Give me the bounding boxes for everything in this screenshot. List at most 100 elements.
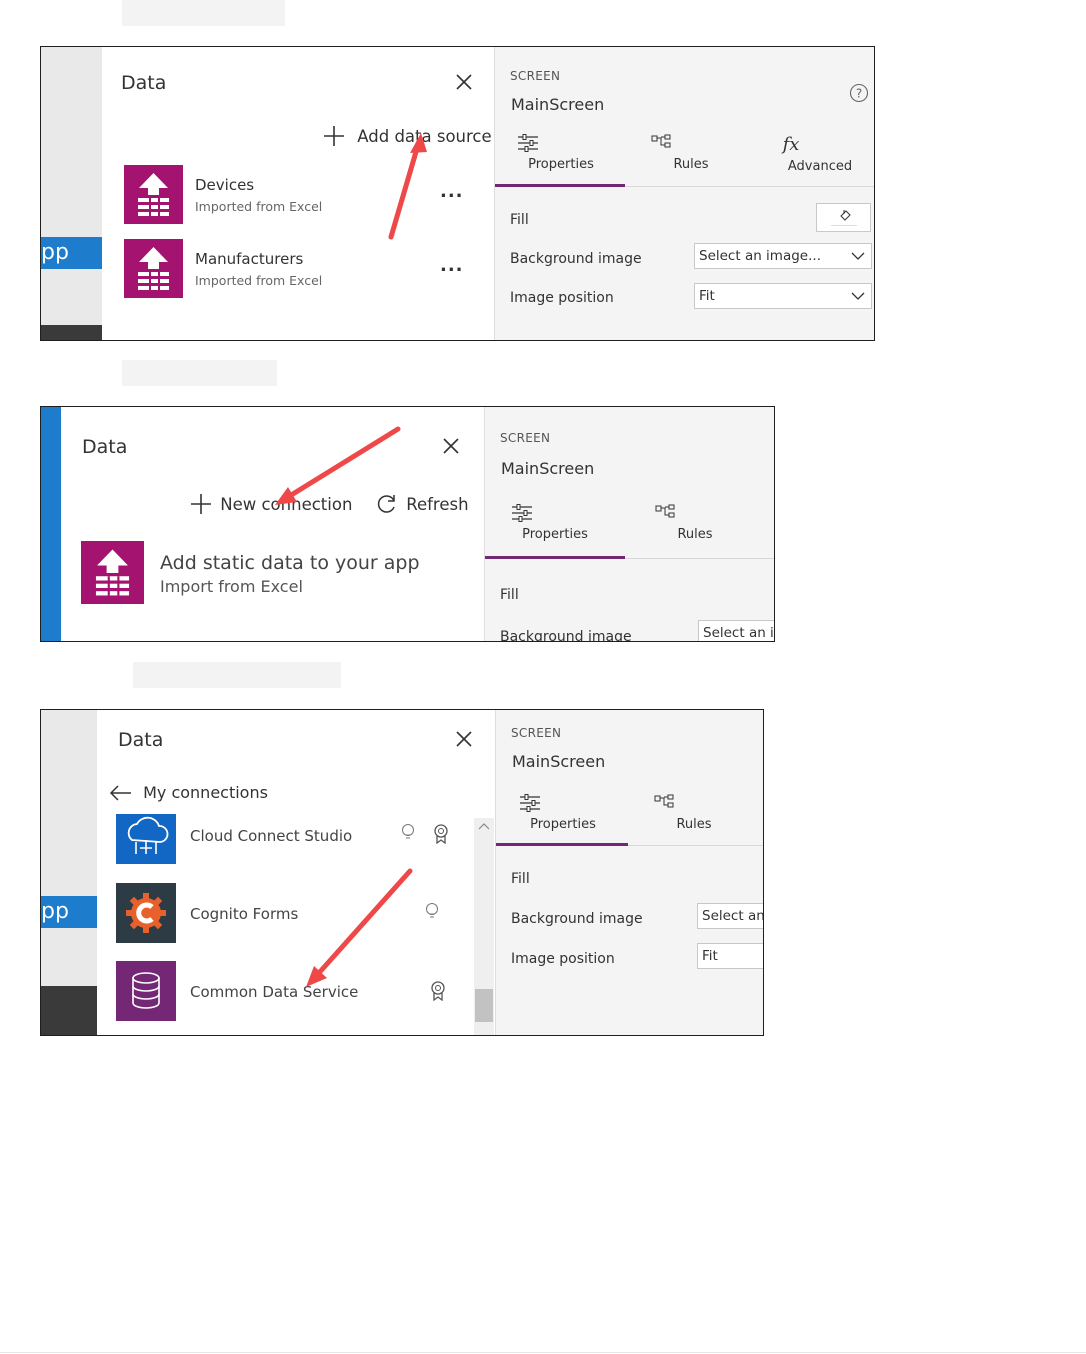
source-subtitle: Imported from Excel <box>195 199 323 214</box>
screen-label: SCREEN <box>511 726 562 740</box>
dropdown-value: Select an image... <box>699 248 821 264</box>
data-pane-title: Data <box>118 729 164 751</box>
connector-name: Cloud Connect Studio <box>190 827 353 845</box>
image-position-label: Image position <box>511 951 615 967</box>
background-image-dropdown[interactable]: Select an i <box>698 620 774 641</box>
back-to-connections-button[interactable]: My connections <box>108 782 268 803</box>
svg-text:?: ? <box>856 87 862 101</box>
active-tab-indicator <box>485 556 625 559</box>
data-pane-title: Data <box>121 72 167 94</box>
tab-properties[interactable]: Properties <box>511 503 599 542</box>
lightbulb-icon <box>401 823 415 841</box>
background-image-label: Background image <box>511 911 643 927</box>
data-pane-title: Data <box>82 436 128 458</box>
properties-pane: SCREEN MainScreen ? Properties Rules fx … <box>494 47 874 340</box>
paint-bucket-icon <box>837 207 853 223</box>
faded-caption-bar <box>122 360 277 386</box>
tab-label: Rules <box>676 817 712 832</box>
tab-label: Rules <box>673 157 709 172</box>
plus-icon <box>189 492 213 516</box>
more-options-icon[interactable]: ... <box>440 255 464 276</box>
app-bar: pp <box>41 896 97 928</box>
tab-label: Properties <box>528 157 594 172</box>
tab-divider <box>625 186 874 187</box>
add-data-source-button[interactable]: Add data source <box>322 124 492 148</box>
sliders-icon <box>519 793 607 813</box>
dropdown-value: Fit <box>702 948 718 964</box>
tab-label: Advanced <box>787 159 853 174</box>
sliders-icon <box>511 503 599 523</box>
cloud-connect-icon <box>116 814 176 864</box>
device-image <box>41 986 97 1035</box>
tab-advanced[interactable]: fx Advanced <box>780 133 860 174</box>
canvas-strip <box>41 47 102 340</box>
background-image-dropdown[interactable]: Select an <box>697 903 763 929</box>
list-scrollbar[interactable] <box>474 818 494 1035</box>
refresh-icon <box>375 492 399 516</box>
cognito-forms-icon <box>116 883 176 943</box>
background-image-label: Background image <box>500 629 632 642</box>
connector-name: Cognito Forms <box>190 905 299 923</box>
more-options-icon[interactable]: ... <box>440 181 464 202</box>
refresh-button[interactable]: Refresh <box>375 492 469 516</box>
fill-color-picker[interactable] <box>816 203 871 232</box>
excel-import-icon[interactable] <box>81 541 144 604</box>
active-tab-indicator <box>496 843 628 846</box>
fill-label: Fill <box>511 871 530 887</box>
background-image-dropdown[interactable]: Select an image... <box>694 243 872 269</box>
tab-label: Properties <box>530 817 596 832</box>
dropdown-value: Select an i <box>703 625 774 641</box>
rules-icon <box>655 503 735 523</box>
excel-import-icon <box>124 165 183 224</box>
app-bar-label: pp <box>41 240 69 265</box>
close-icon[interactable] <box>454 729 474 749</box>
help-icon[interactable]: ? <box>849 83 869 103</box>
fill-label: Fill <box>510 212 529 228</box>
properties-pane: SCREEN MainScreen Properties Rules Fill … <box>484 407 774 641</box>
scroll-thumb[interactable] <box>475 989 493 1022</box>
close-icon[interactable] <box>441 436 461 456</box>
image-position-dropdown[interactable]: Fit <box>694 283 872 309</box>
tab-rules[interactable]: Rules <box>651 133 731 172</box>
tab-properties[interactable]: Properties <box>519 793 607 832</box>
faded-caption-bar <box>122 0 285 26</box>
excel-import-icon <box>124 239 183 298</box>
data-pane: Data New connection Refresh Add static d… <box>61 407 484 641</box>
data-pane: Data My connections Cloud Connect Studio… <box>97 710 495 1035</box>
tab-rules[interactable]: Rules <box>654 793 734 832</box>
rules-icon <box>651 133 731 153</box>
image-position-label: Image position <box>510 290 614 306</box>
premium-badge-icon <box>433 824 449 844</box>
screen-label: SCREEN <box>510 69 561 83</box>
svg-text:fx: fx <box>781 134 800 155</box>
app-bar: pp <box>41 237 102 269</box>
page-divider <box>0 1352 1086 1353</box>
source-subtitle: Imported from Excel <box>195 273 323 288</box>
tab-properties[interactable]: Properties <box>517 133 605 172</box>
background-image-label: Background image <box>510 251 642 267</box>
rules-icon <box>654 793 734 813</box>
refresh-label: Refresh <box>406 494 469 514</box>
app-bar-label: pp <box>41 899 69 924</box>
chevron-down-icon <box>851 291 865 301</box>
chevron-up-icon[interactable] <box>478 822 490 830</box>
canvas-strip <box>41 407 61 641</box>
premium-badge-icon <box>430 981 446 1001</box>
tab-label: Properties <box>522 527 588 542</box>
tab-divider <box>625 558 774 559</box>
add-data-source-label: Add data source <box>357 126 492 146</box>
tab-rules[interactable]: Rules <box>655 503 735 542</box>
screen-name: MainScreen <box>501 459 595 478</box>
screen-name: MainScreen <box>512 752 606 771</box>
screen-label: SCREEN <box>500 431 551 445</box>
static-data-title[interactable]: Add static data to your app <box>160 552 420 574</box>
tab-label: Rules <box>677 527 713 542</box>
chevron-down-icon <box>851 251 865 261</box>
source-name: Devices <box>195 176 255 194</box>
close-icon[interactable] <box>454 72 474 92</box>
new-connection-button[interactable]: New connection <box>189 492 352 516</box>
lightbulb-icon <box>425 902 439 920</box>
active-tab-indicator <box>495 184 625 187</box>
screenshot-panel-data-sources: pp Data Add data source Devices Imported… <box>40 46 875 341</box>
image-position-dropdown[interactable]: Fit <box>697 943 763 969</box>
